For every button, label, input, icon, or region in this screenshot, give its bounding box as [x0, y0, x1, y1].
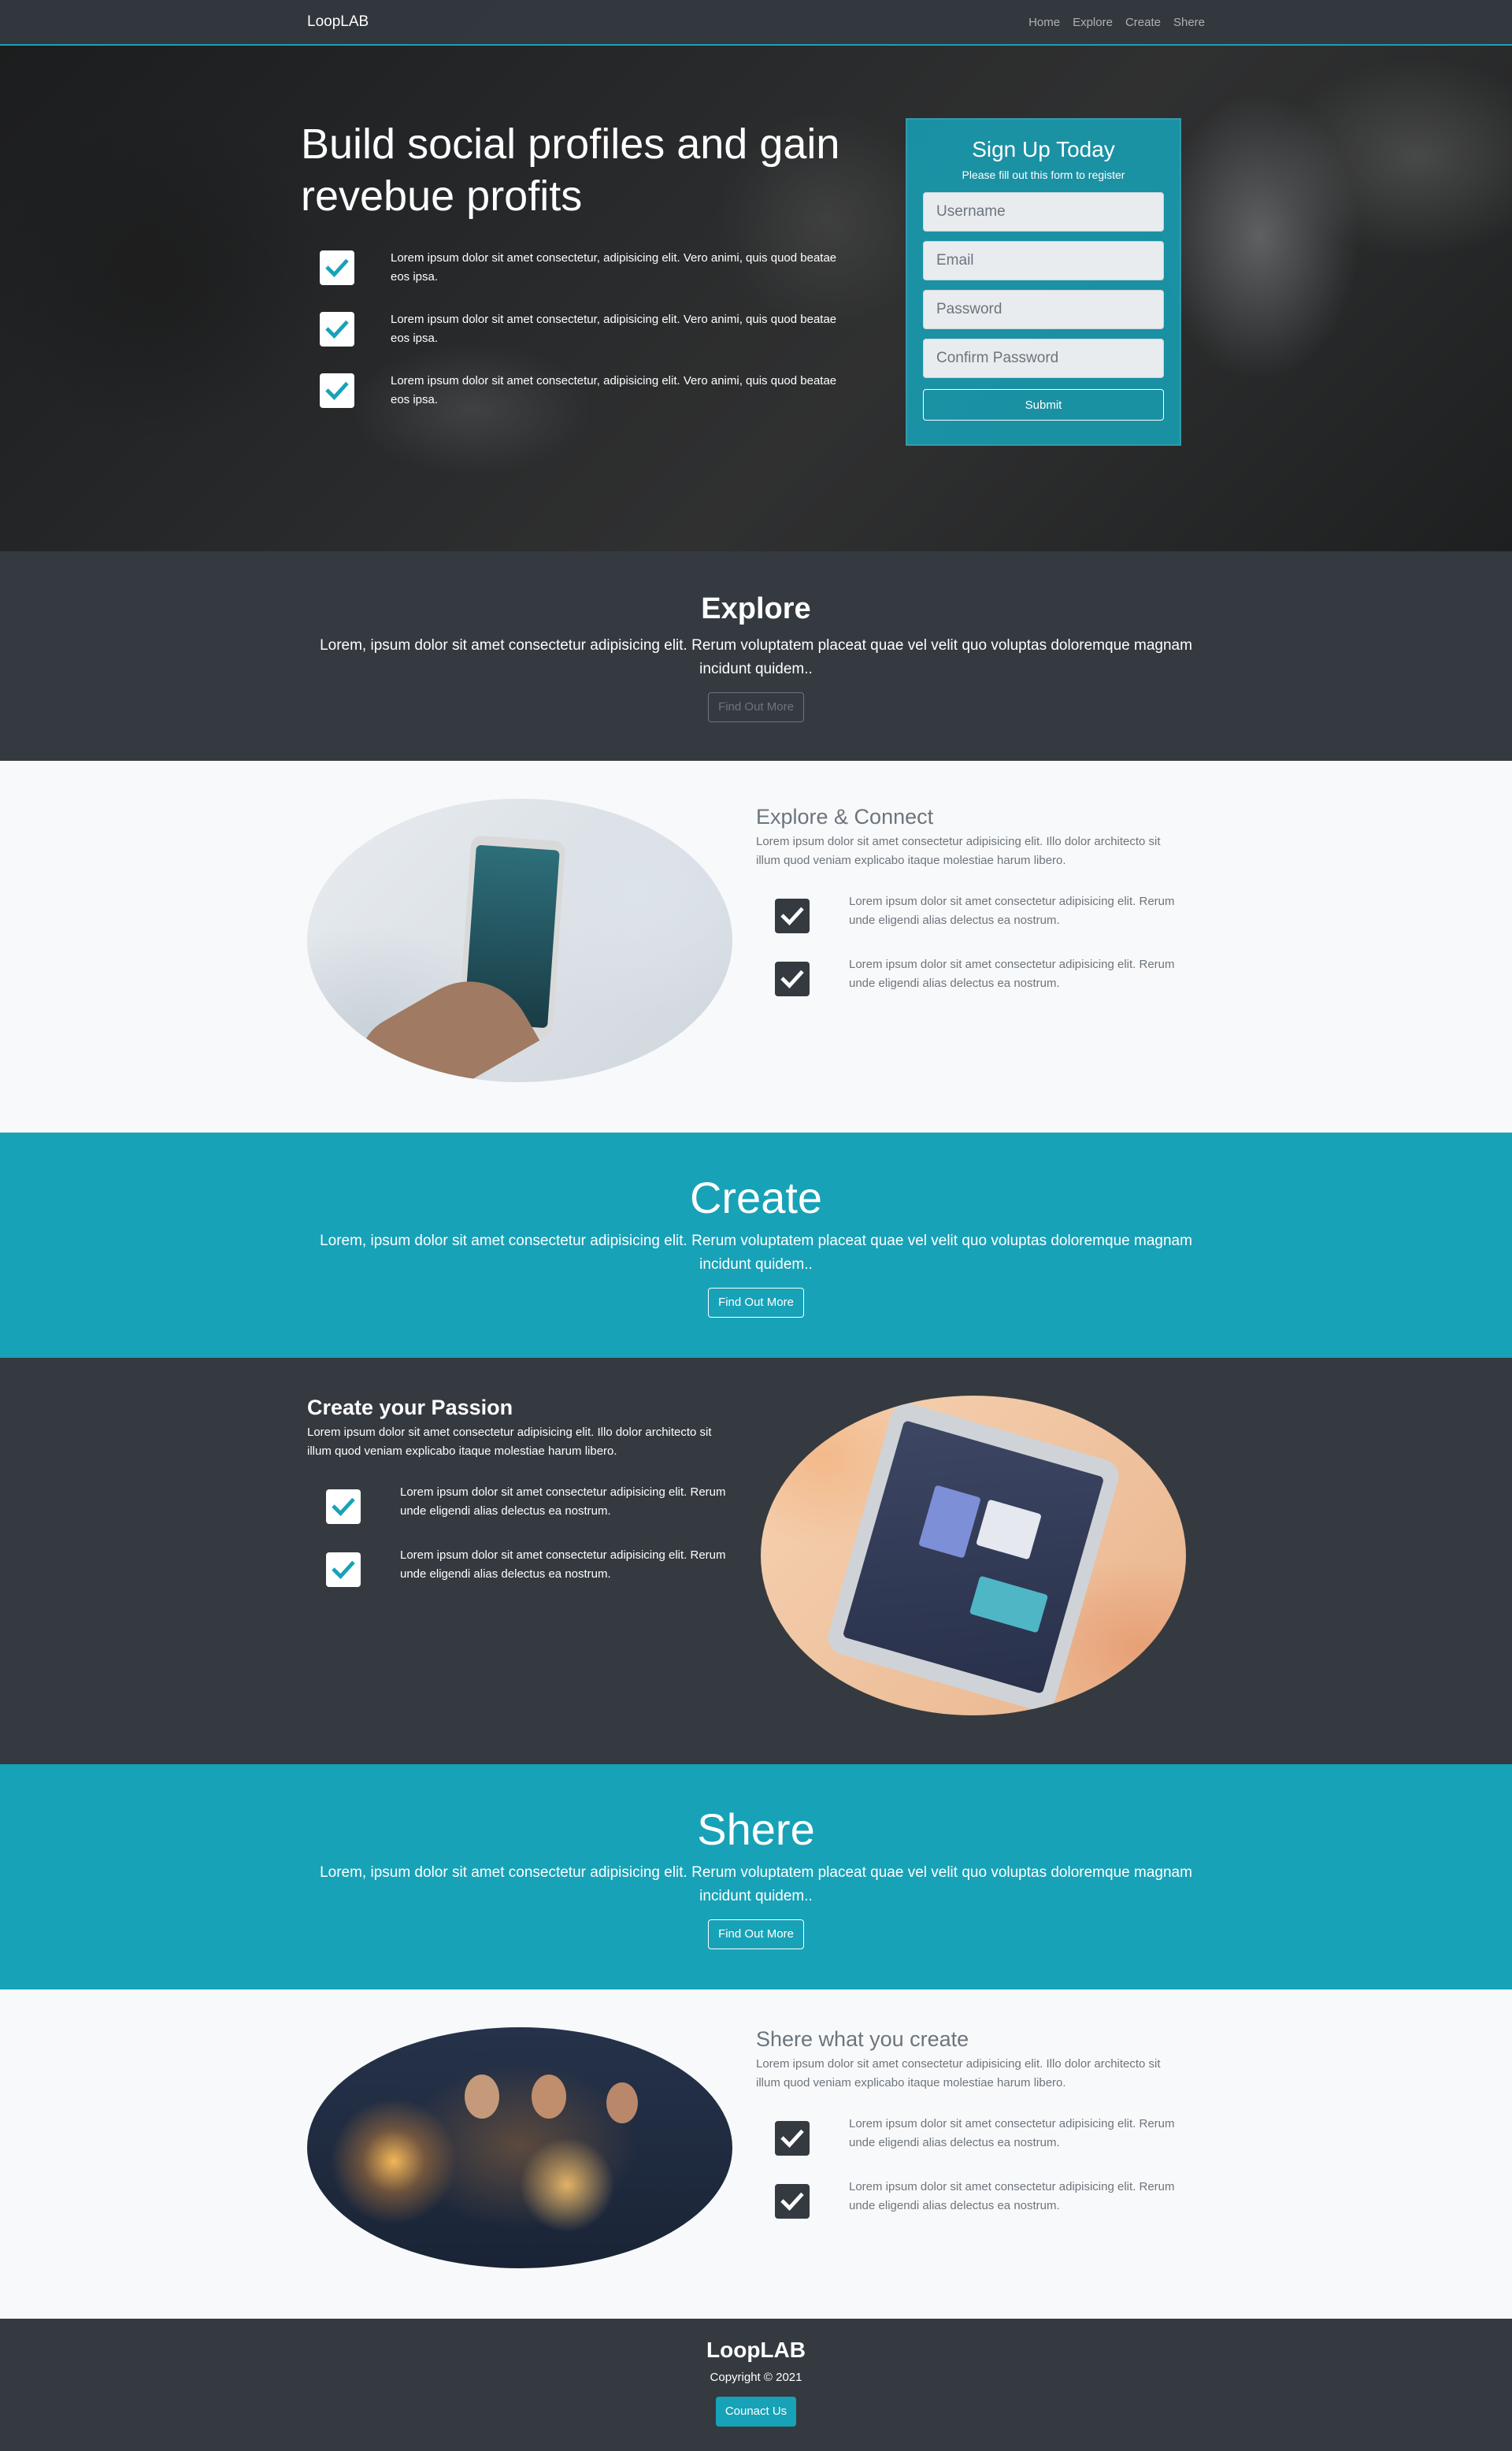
create-band: Create Lorem, ipsum dolor sit amet conse…: [0, 1133, 1512, 1358]
nav-link-create[interactable]: Create: [1125, 16, 1161, 29]
create-passion-title: Create your Passion: [307, 1396, 513, 1419]
nav-link-shere[interactable]: Shere: [1173, 16, 1205, 29]
create-band-title: Create: [689, 1173, 823, 1222]
check-square-icon: [320, 373, 354, 408]
hero-title-part3: revebue: [301, 172, 467, 220]
nav-link-home[interactable]: Home: [1028, 16, 1060, 29]
signup-subtitle: Please fill out this form to register: [962, 169, 1125, 181]
phone-image: [307, 799, 732, 1082]
explore-connect-lead: Lorem ipsum dolor sit amet consectetur a…: [756, 835, 1161, 867]
list-item-text: Lorem ipsum dolor sit amet consectetur a…: [400, 1485, 726, 1518]
create-find-out-more-button[interactable]: Find Out More: [708, 1288, 804, 1318]
hero-title: Build social profiles and gain revebue pr…: [301, 118, 906, 222]
list-item: Lorem ipsum dolor sit amet consectetur a…: [307, 1483, 732, 1524]
username-input[interactable]: [923, 192, 1164, 232]
list-item: Lorem ipsum dolor sit amet consectetur a…: [756, 955, 1181, 996]
check-square-icon: [775, 2184, 810, 2219]
hero-feature-text: Lorem ipsum dolor sit amet consectetur, …: [391, 251, 837, 284]
hero-feature: Lorem ipsum dolor sit amet consectetur, …: [307, 372, 906, 410]
share-band-text: Lorem, ipsum dolor sit amet consectetur …: [320, 1864, 1192, 1904]
list-item: Lorem ipsum dolor sit amet consectetur a…: [756, 892, 1181, 933]
share-create-title: Shere what you create: [756, 2027, 969, 2051]
hero-feature-text: Lorem ipsum dolor sit amet consectetur, …: [391, 313, 837, 345]
confirm-password-input[interactable]: [923, 339, 1164, 378]
share-band: Shere Lorem, ipsum dolor sit amet consec…: [0, 1764, 1512, 1989]
share-find-out-more-button[interactable]: Find Out More: [708, 1919, 804, 1949]
footer-brand: LoopLAB: [706, 2338, 806, 2362]
share-band-title: Shere: [697, 1804, 815, 1854]
list-item-text: Lorem ipsum dolor sit amet consectetur a…: [849, 958, 1175, 990]
check-square-icon: [326, 1489, 361, 1524]
check-square-icon: [320, 250, 354, 285]
explore-connect-title: Explore & Connect: [756, 805, 934, 829]
hero-feature-text: Lorem ipsum dolor sit amet consectetur, …: [391, 374, 837, 406]
list-item: Lorem ipsum dolor sit amet consectetur a…: [756, 2115, 1181, 2156]
list-item-text: Lorem ipsum dolor sit amet consectetur a…: [849, 895, 1175, 927]
list-item-text: Lorem ipsum dolor sit amet consectetur a…: [849, 2180, 1175, 2212]
check-square-icon: [320, 312, 354, 347]
check-square-icon: [775, 962, 810, 996]
check-square-icon: [775, 899, 810, 933]
navbar: LoopLAB Home Explore Create Shere: [0, 0, 1512, 46]
footer: LoopLAB Copyright © 2021 Counact Us: [0, 2319, 1512, 2451]
list-item-text: Lorem ipsum dolor sit amet consectetur a…: [400, 1548, 726, 1581]
hero-section: Build social profiles and gain revebue pr…: [0, 0, 1512, 551]
create-passion-lead: Lorem ipsum dolor sit amet consectetur a…: [307, 1426, 712, 1458]
hero-title-bold2: profits: [466, 172, 583, 220]
hero-feature: Lorem ipsum dolor sit amet consectetur, …: [307, 249, 906, 287]
friends-image: [307, 2027, 732, 2268]
signup-title: Sign Up Today: [972, 137, 1115, 161]
share-create-section: Shere what you create Lorem ipsum dolor …: [0, 1989, 1512, 2319]
list-item-text: Lorem ipsum dolor sit amet consectetur a…: [849, 2117, 1175, 2149]
explore-find-out-more-button[interactable]: Find Out More: [708, 692, 804, 722]
hero-feature: Lorem ipsum dolor sit amet consectetur, …: [307, 310, 906, 348]
explore-connect-section: Explore & Connect Lorem ipsum dolor sit …: [0, 761, 1512, 1133]
hero-title-bold1: social profiles: [407, 121, 665, 168]
list-item: Lorem ipsum dolor sit amet consectetur a…: [307, 1546, 732, 1587]
create-passion-section: Create your Passion Lorem ipsum dolor si…: [0, 1358, 1512, 1764]
password-input[interactable]: [923, 290, 1164, 329]
hero-content: Build social profiles and gain revebue pr…: [301, 118, 906, 446]
explore-band-title: Explore: [701, 592, 811, 625]
navbar-brand[interactable]: LoopLAB: [307, 13, 369, 31]
signup-form: Sign Up Today Please fill out this form …: [906, 118, 1181, 446]
explore-band: Explore Lorem, ipsum dolor sit amet cons…: [0, 551, 1512, 761]
hero-title-part1: Build: [301, 121, 408, 168]
nav-links: Home Explore Create Shere: [1028, 16, 1205, 29]
tablet-image: [761, 1396, 1186, 1715]
list-item: Lorem ipsum dolor sit amet consectetur a…: [756, 2178, 1181, 2219]
submit-button[interactable]: Submit: [923, 389, 1164, 421]
nav-link-explore[interactable]: Explore: [1073, 16, 1113, 29]
check-square-icon: [775, 2121, 810, 2156]
hero-title-part2: and gain: [665, 121, 840, 168]
explore-band-text: Lorem, ipsum dolor sit amet consectetur …: [320, 637, 1192, 677]
share-create-lead: Lorem ipsum dolor sit amet consectetur a…: [756, 2057, 1161, 2089]
contact-us-button[interactable]: Counact Us: [715, 2397, 797, 2427]
email-input[interactable]: [923, 241, 1164, 280]
create-band-text: Lorem, ipsum dolor sit amet consectetur …: [320, 1233, 1192, 1273]
check-square-icon: [326, 1552, 361, 1587]
footer-copyright: Copyright © 2021: [710, 2371, 802, 2384]
